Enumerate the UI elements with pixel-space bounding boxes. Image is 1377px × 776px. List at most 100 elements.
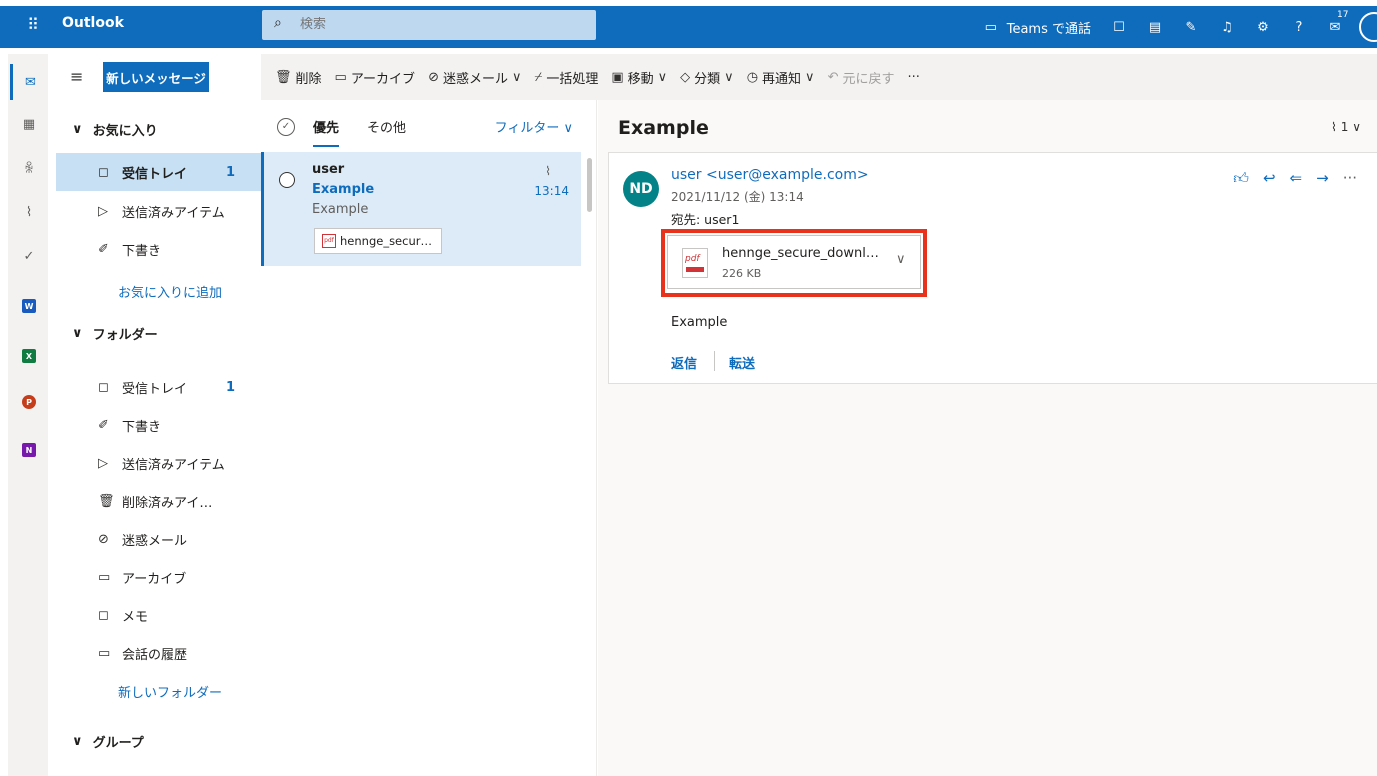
settings-button[interactable]: ⚙: [1245, 6, 1281, 48]
app-launcher-icon[interactable]: ⠿: [22, 14, 44, 36]
todo-rail-icon[interactable]: ✓: [10, 238, 48, 274]
message-sender: user: [312, 162, 345, 177]
forward-link[interactable]: 転送: [729, 353, 755, 372]
attachment-count-button[interactable]: ⌇ 1 ∨: [1331, 120, 1361, 134]
folder-item-sent[interactable]: ▷ 送信済みアイテム: [56, 444, 261, 482]
tab-focused[interactable]: 優先: [313, 117, 339, 136]
pencil-icon: ✐: [98, 417, 109, 433]
pencil-icon: ✐: [98, 241, 109, 257]
video-icon: ▭: [984, 19, 997, 35]
folder-item-junk[interactable]: ⊘ 迷惑メール: [56, 520, 261, 558]
message-preview: Example: [312, 202, 369, 217]
attachment-chip[interactable]: pdf hennge_secur…: [314, 228, 442, 254]
block-icon: ⊘: [428, 69, 439, 85]
add-favorite-link[interactable]: お気に入りに追加: [118, 282, 222, 301]
favorites-header[interactable]: ∨ お気に入り: [72, 120, 158, 139]
message-list-scrollbar[interactable]: [587, 158, 592, 212]
folder-pane: ≡ 新しいメッセージ ∨ お気に入り ◻ 受信トレイ 1 ▷ 送信済みアイテム …: [48, 54, 261, 776]
onenote-icon[interactable]: N: [10, 432, 48, 468]
archive-button[interactable]: ▭ アーカイブ: [335, 68, 416, 87]
search-input[interactable]: [300, 17, 560, 32]
new-folder-link[interactable]: 新しいフォルダー: [118, 682, 222, 701]
account-avatar[interactable]: [1359, 12, 1377, 42]
more-icon[interactable]: ···: [1343, 169, 1357, 188]
junk-button[interactable]: ⊘ 迷惑メール ∨: [428, 68, 521, 87]
sender-avatar[interactable]: ND: [623, 171, 659, 207]
folder-item-notes[interactable]: ◻ メモ: [56, 596, 261, 634]
attachment-chip-label: hennge_secur…: [340, 234, 432, 248]
folder-item-inbox[interactable]: ◻ 受信トレイ 1: [56, 368, 261, 406]
folder-item-drafts[interactable]: ✐ 下書き: [56, 406, 261, 444]
archive-label: アーカイブ: [350, 71, 416, 87]
message-subject: Example: [312, 182, 375, 197]
mail-icon[interactable]: ✉: [10, 64, 48, 100]
categorize-label: 分類: [694, 71, 721, 87]
reply-icon[interactable]: ↩: [1263, 169, 1276, 188]
menu-icon[interactable]: ≡: [70, 67, 83, 86]
snooze-button[interactable]: ◷ 再通知 ∨: [747, 68, 815, 87]
folders-header-label: フォルダー: [92, 328, 158, 343]
reading-pane: Example ⌇ 1 ∨ ND user <user@example.com>…: [598, 100, 1377, 776]
delete-button[interactable]: 🗑 削除: [275, 68, 322, 87]
favorites-item-label: 下書き: [122, 243, 162, 259]
snooze-label: 再通知: [762, 71, 802, 87]
more-icon: ···: [907, 69, 920, 85]
office-button[interactable]: ▤: [1137, 6, 1173, 48]
teams-call-button[interactable]: ▭ Teams で通話: [973, 6, 1101, 48]
favorites-header-label: お気に入り: [92, 124, 158, 139]
feedback-button[interactable]: ✉ 17: [1317, 6, 1353, 48]
chevron-down-icon: ∨: [724, 69, 734, 85]
chevron-down-icon: ∨: [563, 121, 573, 136]
todo-button[interactable]: ✎: [1173, 6, 1209, 48]
undo-button[interactable]: ↶ 元に戻す: [828, 68, 895, 87]
filter-button[interactable]: フィルター ∨: [495, 117, 573, 136]
folder-item-archive[interactable]: ▭ アーカイブ: [56, 558, 261, 596]
folder-item-deleted[interactable]: 🗑 削除済みアイ…: [56, 482, 261, 520]
favorites-item-drafts[interactable]: ✐ 下書き: [56, 230, 261, 268]
calendar-icon[interactable]: ▦: [10, 106, 48, 142]
sweep-button[interactable]: ⌿ 一括処理: [535, 68, 599, 87]
favorites-item-sent[interactable]: ▷ 送信済みアイテム: [56, 192, 261, 230]
trash-icon: 🗑: [275, 69, 292, 85]
help-button[interactable]: ?: [1281, 6, 1317, 48]
app-name[interactable]: Outlook: [62, 15, 124, 31]
excel-icon[interactable]: X: [10, 338, 48, 374]
powerpoint-icon[interactable]: P: [10, 384, 48, 420]
forward-icon[interactable]: →: [1316, 169, 1329, 188]
select-message-radio[interactable]: [279, 172, 295, 188]
categorize-button[interactable]: ◇ 分類 ∨: [680, 68, 734, 87]
favorites-item-label: 受信トレイ: [122, 166, 188, 182]
unread-count: 1: [226, 379, 236, 395]
people-icon[interactable]: ꆜ: [10, 150, 48, 186]
paperclip-icon: ⌇: [1331, 120, 1337, 134]
pdf-icon: pdf: [322, 234, 336, 248]
favorites-item-inbox[interactable]: ◻ 受信トレイ 1: [56, 153, 261, 191]
attachment-rail-icon[interactable]: ⌇: [10, 194, 48, 230]
divider: [714, 351, 715, 371]
move-button[interactable]: ▣ 移動 ∨: [611, 68, 667, 87]
tab-other[interactable]: その他: [367, 117, 406, 136]
folder-item-conversation-history[interactable]: ▭ 会話の履歴: [56, 634, 261, 672]
new-message-button[interactable]: 新しいメッセージ: [103, 62, 209, 92]
word-icon[interactable]: W: [10, 288, 48, 324]
notification-button[interactable]: ♫: [1209, 6, 1245, 48]
more-commands-button[interactable]: ···: [907, 70, 919, 85]
select-all-checkbox[interactable]: ✓: [277, 118, 295, 136]
folder-item-label: アーカイブ: [122, 571, 187, 587]
folders-header[interactable]: ∨ フォルダー: [72, 324, 158, 343]
search-box[interactable]: ⌕: [262, 10, 596, 40]
message-card: ND user <user@example.com> 2021/11/12 (金…: [608, 152, 1377, 384]
unread-count: 1: [226, 164, 236, 180]
folder-item-label: 会話の履歴: [122, 647, 188, 663]
junk-label: 迷惑メール: [442, 71, 508, 87]
reply-link[interactable]: 返信: [671, 353, 697, 372]
reply-all-icon[interactable]: ⇐: [1290, 169, 1303, 188]
search-icon: ⌕: [274, 15, 282, 31]
sender-address[interactable]: user <user@example.com>: [671, 167, 869, 183]
message-recipients: 宛先: user1: [671, 212, 740, 227]
folder-item-label: 下書き: [122, 419, 162, 435]
chat-button[interactable]: ☐: [1101, 6, 1137, 48]
groups-header[interactable]: ∨ グループ: [72, 732, 144, 751]
list-item[interactable]: user Example Example ⌇ 13:14 pdf hennge_…: [261, 152, 581, 266]
like-icon[interactable]: 👍︎: [1233, 169, 1249, 188]
